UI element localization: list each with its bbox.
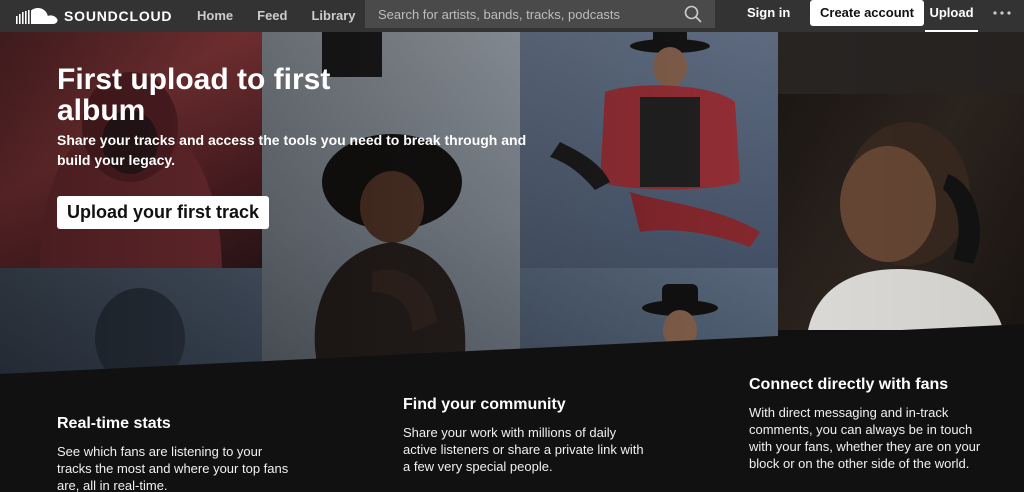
feature-real-time-stats: Real-time stats See which fans are liste… [57, 414, 297, 492]
soundcloud-logo[interactable]: SOUNDCLOUD [0, 0, 185, 32]
feature-title: Find your community [403, 396, 566, 413]
top-navigation-bar: SOUNDCLOUD Home Feed Library Sign in Cre… [0, 0, 1024, 32]
feature-find-community: Find your community Share your work with… [403, 395, 653, 475]
feature-title: Connect directly with fans [749, 376, 949, 393]
feature-connect-fans: Connect directly with fans With direct m… [749, 375, 994, 472]
search-bar [365, 0, 715, 28]
upload-first-track-button[interactable]: Upload your first track [57, 196, 270, 229]
nav-home[interactable]: Home [185, 0, 245, 32]
nav-library[interactable]: Library [299, 0, 367, 32]
sign-in-button[interactable]: Sign in [736, 0, 801, 28]
feature-text: With direct messaging and in-track comme… [749, 405, 981, 471]
hero-subtitle: Share your tracks and access the tools y… [57, 132, 527, 168]
feature-text: Share your work with millions of daily a… [403, 425, 644, 474]
brand-name: SOUNDCLOUD [64, 8, 173, 24]
more-dots-icon[interactable] [990, 0, 1014, 26]
search-icon[interactable] [679, 0, 707, 28]
create-account-button[interactable]: Create account [810, 0, 924, 26]
hero-title: First upload to first album [57, 63, 331, 127]
feature-text: See which fans are listening to your tra… [57, 444, 289, 492]
upload-link[interactable]: Upload [925, 0, 978, 32]
nav-feed[interactable]: Feed [245, 0, 299, 32]
search-input[interactable] [365, 0, 679, 28]
feature-title: Real-time stats [57, 415, 171, 432]
soundcloud-cloud-icon [16, 8, 58, 24]
